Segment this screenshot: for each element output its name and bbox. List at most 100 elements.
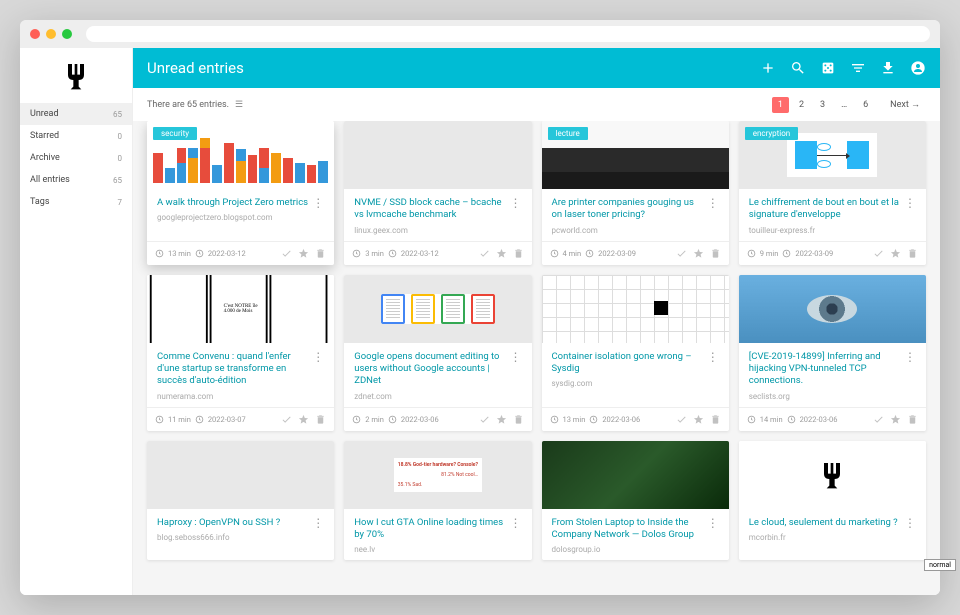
card-title[interactable]: From Stolen Laptop to Inside the Company… <box>552 517 703 542</box>
star-icon[interactable] <box>496 248 507 259</box>
more-icon[interactable]: ⋮ <box>312 351 324 388</box>
mark-read-icon[interactable] <box>281 414 292 425</box>
mark-read-icon[interactable] <box>873 414 884 425</box>
star-icon[interactable] <box>890 414 901 425</box>
card-title[interactable]: [CVE-2019-14899] Inferring and hijacking… <box>749 351 900 388</box>
more-icon[interactable]: ⋮ <box>904 517 916 529</box>
more-icon[interactable]: ⋮ <box>510 351 522 388</box>
card-title[interactable]: A walk through Project Zero metrics <box>157 197 308 209</box>
sidebar-item-archive[interactable]: Archive0 <box>20 147 132 169</box>
card-thumbnail[interactable] <box>344 121 531 189</box>
more-icon[interactable]: ⋮ <box>510 517 522 542</box>
delete-icon[interactable] <box>513 248 524 259</box>
delete-icon[interactable] <box>710 248 721 259</box>
more-icon[interactable]: ⋮ <box>904 197 916 222</box>
card-thumbnail[interactable] <box>739 275 926 343</box>
url-bar[interactable] <box>86 26 930 42</box>
card-title[interactable]: Comme Convenu : quand l'enfer d'une star… <box>157 351 308 388</box>
card-date: 2022-03-07 <box>208 415 246 424</box>
card-title[interactable]: Container isolation gone wrong – Sysdig <box>552 351 703 376</box>
search-icon[interactable] <box>790 60 806 76</box>
window-max-dot[interactable] <box>62 29 72 39</box>
more-icon[interactable]: ⋮ <box>312 517 324 529</box>
page-2[interactable]: 2 <box>793 97 810 113</box>
sidebar-item-unread[interactable]: Unread65 <box>20 103 132 125</box>
page-3[interactable]: 3 <box>814 97 831 113</box>
star-icon[interactable] <box>693 248 704 259</box>
sidebar-item-starred[interactable]: Starred0 <box>20 125 132 147</box>
star-icon[interactable] <box>693 414 704 425</box>
sidebar-item-all-entries[interactable]: All entries65 <box>20 169 132 191</box>
window-min-dot[interactable] <box>46 29 56 39</box>
more-icon[interactable]: ⋮ <box>707 351 719 376</box>
card-thumbnail[interactable] <box>542 275 729 343</box>
star-icon[interactable] <box>496 414 507 425</box>
card-thumbnail[interactable]: encryption <box>739 121 926 189</box>
nav-label: Starred <box>30 131 59 141</box>
entry-card: Container isolation gone wrong – Sysdig⋮… <box>542 275 729 431</box>
nav-count: 65 <box>113 176 122 185</box>
mark-read-icon[interactable] <box>479 414 490 425</box>
card-thumbnail[interactable]: 18.8% God-tier hardware? Console?81.2% N… <box>344 441 531 509</box>
account-icon[interactable] <box>910 60 926 76</box>
card-tag[interactable]: security <box>153 127 197 140</box>
card-thumbnail[interactable]: security <box>147 121 334 189</box>
card-tag[interactable]: encryption <box>745 127 798 140</box>
filter-icon[interactable] <box>850 60 866 76</box>
card-title[interactable]: Google opens document editing to users w… <box>354 351 505 388</box>
more-icon[interactable]: ⋮ <box>707 197 719 222</box>
card-date: 2022-03-12 <box>401 249 439 258</box>
page-6[interactable]: 6 <box>857 97 874 113</box>
card-thumbnail[interactable] <box>542 441 729 509</box>
delete-icon[interactable] <box>315 248 326 259</box>
mark-read-icon[interactable] <box>479 248 490 259</box>
window-close-dot[interactable] <box>30 29 40 39</box>
card-source: zdnet.com <box>354 392 521 401</box>
card-thumbnail[interactable] <box>147 441 334 509</box>
dice-icon[interactable] <box>820 60 836 76</box>
list-view-icon[interactable]: ☰ <box>235 100 243 110</box>
calendar-icon <box>787 415 796 424</box>
card-title[interactable]: How I cut GTA Online loading times by 70… <box>354 517 505 542</box>
more-icon[interactable]: ⋮ <box>510 197 522 222</box>
read-time: 11 min <box>168 415 191 424</box>
star-icon[interactable] <box>890 248 901 259</box>
card-scroll-area[interactable]: security A walk through Project Zero metr… <box>133 121 940 595</box>
entry-card: NVME / SSD block cache – bcache vs lvmca… <box>344 121 531 265</box>
card-source: pcworld.com <box>552 226 719 235</box>
download-icon[interactable] <box>880 60 896 76</box>
page-next[interactable]: Next → <box>884 96 926 113</box>
mark-read-icon[interactable] <box>873 248 884 259</box>
delete-icon[interactable] <box>907 248 918 259</box>
app-logo[interactable] <box>20 48 132 103</box>
more-icon[interactable]: ⋮ <box>707 517 719 542</box>
card-title[interactable]: Are printer companies gouging us on lase… <box>552 197 703 222</box>
entry-card: [CVE-2019-14899] Inferring and hijacking… <box>739 275 926 431</box>
card-thumbnail[interactable]: C'est NOTRE île4.000 de Mois <box>147 275 334 343</box>
more-icon[interactable]: ⋮ <box>312 197 324 209</box>
card-title[interactable]: Le chiffrement de bout en bout et la sig… <box>749 197 900 222</box>
card-date: 2022-03-06 <box>602 415 640 424</box>
card-title[interactable]: Haproxy : OpenVPN ou SSH ? <box>157 517 308 529</box>
card-thumbnail[interactable] <box>344 275 531 343</box>
card-tag[interactable]: lecture <box>548 127 588 140</box>
card-thumbnail[interactable] <box>739 441 926 509</box>
star-icon[interactable] <box>298 414 309 425</box>
page-1[interactable]: 1 <box>772 97 789 113</box>
card-footer: 14 min2022-03-06 <box>739 407 926 431</box>
card-title[interactable]: Le cloud, seulement du marketing ? <box>749 517 900 529</box>
sidebar-item-tags[interactable]: Tags7 <box>20 191 132 213</box>
mark-read-icon[interactable] <box>281 248 292 259</box>
add-icon[interactable] <box>760 60 776 76</box>
card-title[interactable]: NVME / SSD block cache – bcache vs lvmca… <box>354 197 505 222</box>
star-icon[interactable] <box>298 248 309 259</box>
mark-read-icon[interactable] <box>676 248 687 259</box>
nav-count: 0 <box>118 154 123 163</box>
more-icon[interactable]: ⋮ <box>904 351 916 388</box>
card-thumbnail[interactable]: lecture <box>542 121 729 189</box>
mark-read-icon[interactable] <box>676 414 687 425</box>
delete-icon[interactable] <box>315 414 326 425</box>
delete-icon[interactable] <box>710 414 721 425</box>
delete-icon[interactable] <box>907 414 918 425</box>
delete-icon[interactable] <box>513 414 524 425</box>
